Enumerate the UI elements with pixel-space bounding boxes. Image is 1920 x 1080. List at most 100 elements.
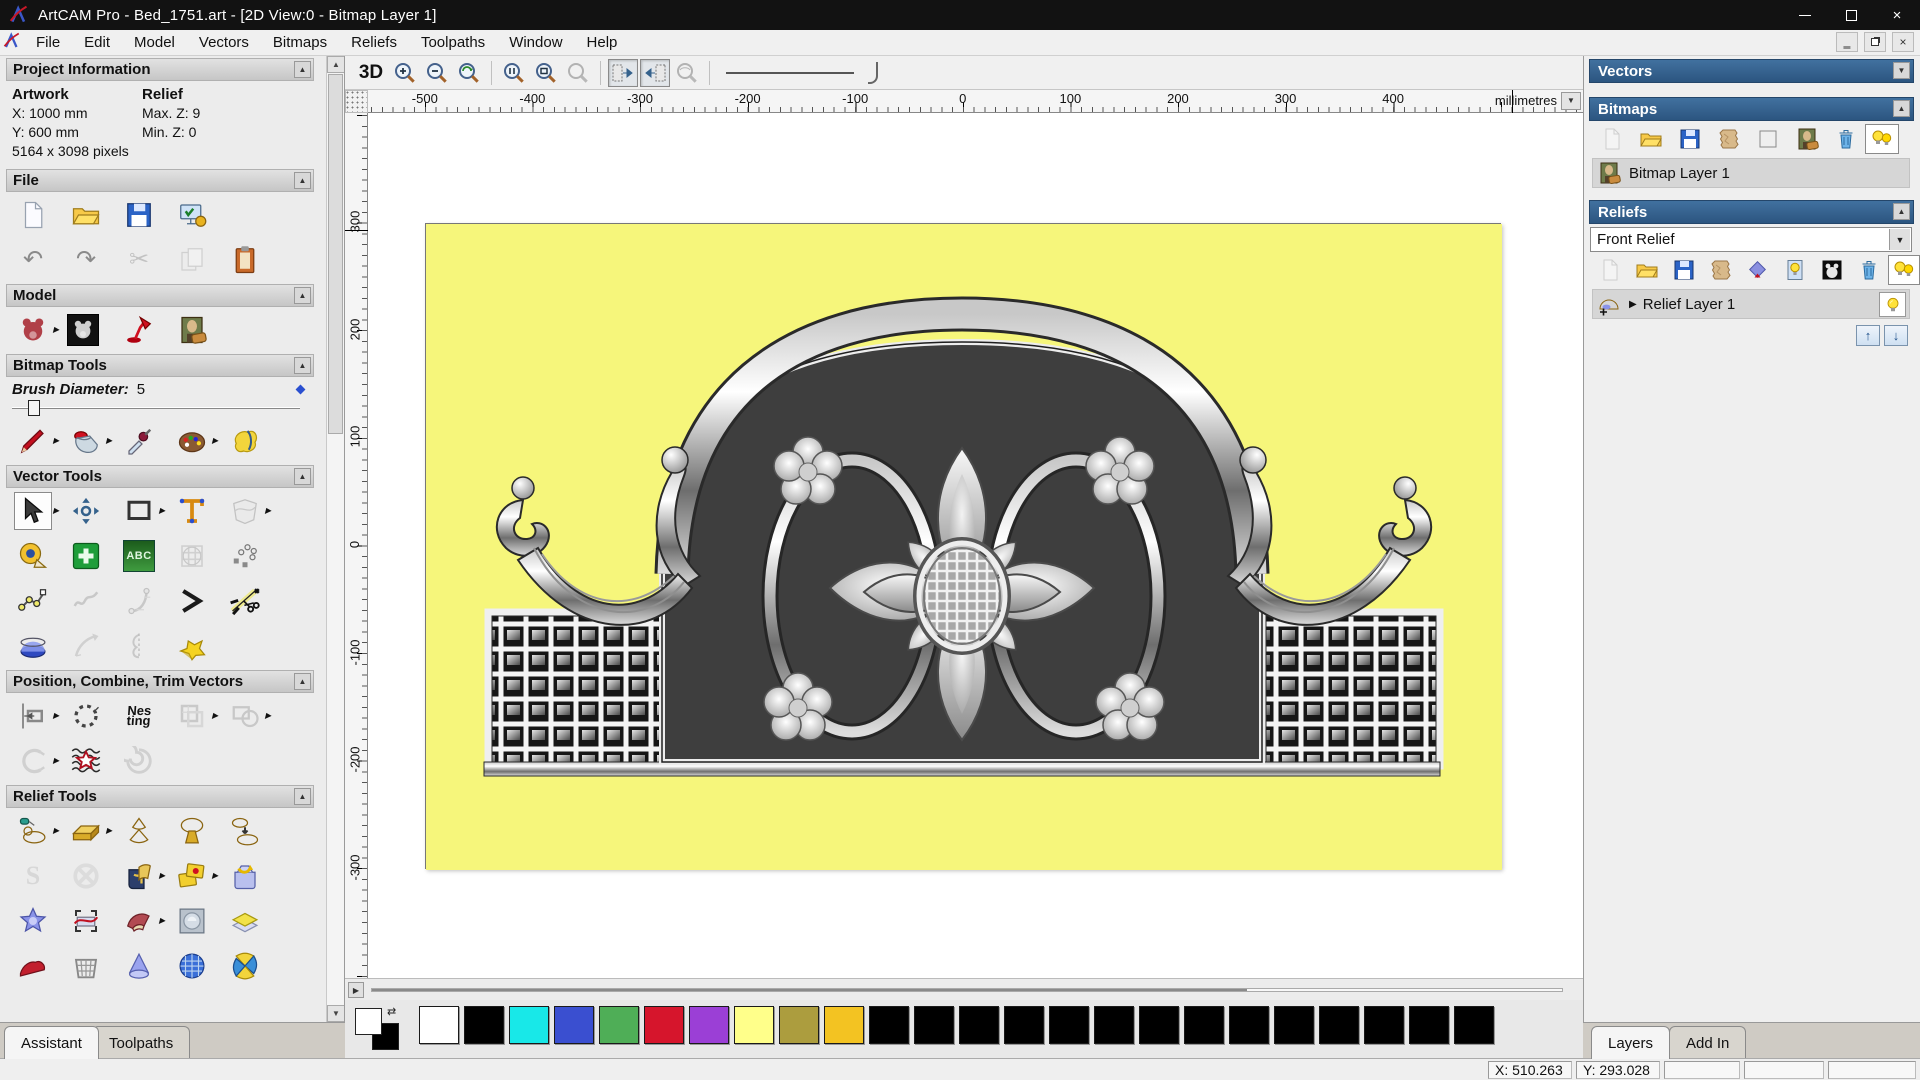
- transform-vectors-button[interactable]: [67, 492, 105, 530]
- colour-swatch[interactable]: [779, 1006, 819, 1044]
- swept-profile-button[interactable]: S: [14, 857, 52, 895]
- save-bitmap-layer-button[interactable]: [1670, 125, 1709, 153]
- primary-colour-swatch[interactable]: [355, 1008, 382, 1035]
- relief-library-button[interactable]: [120, 857, 158, 895]
- extrude-button[interactable]: [120, 947, 158, 985]
- flyout-arrow-icon[interactable]: ▶: [53, 711, 59, 720]
- save-model-button[interactable]: [120, 196, 158, 234]
- mdi-minimize-button[interactable]: ‗: [1836, 32, 1858, 52]
- emboss-relief-button[interactable]: [173, 902, 211, 940]
- slider-track[interactable]: [12, 407, 300, 409]
- paste-relief-button[interactable]: [173, 857, 211, 895]
- zoom-previous-button[interactable]: [454, 59, 484, 87]
- texture-relief-button[interactable]: [14, 902, 52, 940]
- offset-relief-button[interactable]: [226, 902, 264, 940]
- rollup-icon[interactable]: ▲: [294, 61, 311, 78]
- model-canvas[interactable]: [425, 223, 1502, 870]
- copy-button[interactable]: [173, 241, 211, 279]
- ruler-origin-box[interactable]: [345, 90, 368, 113]
- flyout-arrow-icon[interactable]: ▶: [159, 916, 165, 925]
- fade-relief-button[interactable]: [226, 947, 264, 985]
- measure-button[interactable]: [14, 537, 52, 575]
- nesting-button[interactable]: Nes ting: [120, 697, 158, 735]
- flyout-arrow-icon[interactable]: ▶: [106, 826, 112, 835]
- offset-vectors-button[interactable]: [14, 627, 52, 665]
- file-section-header[interactable]: File ▲: [6, 169, 314, 192]
- cut-button[interactable]: ✂: [120, 241, 158, 279]
- colour-swatch[interactable]: [959, 1006, 999, 1044]
- menu-item[interactable]: File: [24, 32, 72, 53]
- redo-button[interactable]: ↷: [67, 241, 105, 279]
- brush-diameter-slider[interactable]: [12, 400, 300, 416]
- vectors-section-header[interactable]: Vectors ▼: [1589, 59, 1914, 83]
- mirror-vectors-button[interactable]: [120, 627, 158, 665]
- fit-vectors-button[interactable]: [67, 582, 105, 620]
- create-text-button[interactable]: [173, 492, 211, 530]
- open-model-button[interactable]: [67, 196, 105, 234]
- flyout-arrow-icon[interactable]: ▶: [53, 325, 59, 334]
- relief-envelope-button[interactable]: [67, 902, 105, 940]
- flood-fill-button[interactable]: [67, 422, 105, 460]
- extend-curve-button[interactable]: [67, 627, 105, 665]
- menu-item[interactable]: Vectors: [187, 32, 261, 53]
- slider-thumb[interactable]: [28, 400, 40, 416]
- bitmap-from-model-button[interactable]: [173, 311, 211, 349]
- flyout-arrow-icon[interactable]: ▶: [53, 436, 59, 445]
- rollup-icon[interactable]: ▲: [294, 172, 311, 189]
- delete-bitmap-layer-button[interactable]: [1826, 125, 1865, 153]
- bitmap-layer-row[interactable]: Bitmap Layer 1: [1592, 158, 1910, 188]
- create-arc-button[interactable]: [120, 582, 158, 620]
- interlock-vectors-button[interactable]: [120, 742, 158, 780]
- colour-swatch[interactable]: [1319, 1006, 1359, 1044]
- new-relief-layer-button[interactable]: [1592, 256, 1629, 284]
- colour-swatch[interactable]: [689, 1006, 729, 1044]
- zoom-in-button[interactable]: [390, 59, 420, 87]
- vector-tools-header[interactable]: Vector Tools ▲: [6, 465, 314, 488]
- rollup-icon[interactable]: ▲: [294, 357, 311, 374]
- scroll-down-icon[interactable]: ▼: [327, 1005, 344, 1022]
- toggle-assistant-panel-button[interactable]: [608, 58, 638, 87]
- colour-swatch[interactable]: [1229, 1006, 1269, 1044]
- zoom-1to1-button[interactable]: [499, 59, 529, 87]
- maximize-button[interactable]: [1828, 0, 1874, 30]
- colour-swatch[interactable]: [1004, 1006, 1044, 1044]
- toggle-layers-panel-button[interactable]: [640, 58, 670, 87]
- colour-swatch[interactable]: [1139, 1006, 1179, 1044]
- toggle-3d-view-button[interactable]: 3D: [354, 59, 388, 87]
- bitmap-tools-header[interactable]: Bitmap Tools ▲: [6, 354, 314, 377]
- relief-selector-combo[interactable]: Front Relief ▼: [1590, 227, 1912, 252]
- colour-swatch[interactable]: [1049, 1006, 1089, 1044]
- collapse-icon[interactable]: ▲: [1893, 100, 1910, 117]
- toggle-relief-visibility-button[interactable]: [1887, 255, 1920, 285]
- scroll-up-icon[interactable]: ▲: [327, 56, 344, 73]
- menu-item[interactable]: Bitmaps: [261, 32, 339, 53]
- reliefs-section-header[interactable]: Reliefs ▲: [1589, 200, 1914, 224]
- colour-swatch[interactable]: [554, 1006, 594, 1044]
- mdi-restore-button[interactable]: [1864, 32, 1886, 52]
- colour-swatch[interactable]: [824, 1006, 864, 1044]
- flyout-arrow-icon[interactable]: ▶: [53, 756, 59, 765]
- wrap-relief-button[interactable]: [226, 857, 264, 895]
- primary-secondary-colour-widget[interactable]: ⇄: [355, 1006, 411, 1052]
- new-bitmap-layer-button[interactable]: [1592, 125, 1631, 153]
- vertical-ruler[interactable]: 300 200 100 0 -100 -200 -300: [345, 113, 368, 978]
- h-scroll-track[interactable]: [371, 988, 1563, 992]
- position-combine-trim-header[interactable]: Position, Combine, Trim Vectors ▲: [6, 670, 314, 693]
- flat-plane-button[interactable]: [67, 812, 105, 850]
- flyout-arrow-icon[interactable]: ▶: [212, 436, 218, 445]
- zoom-selection-button[interactable]: [563, 59, 593, 87]
- delete-relief-layer-button[interactable]: [1851, 256, 1888, 284]
- collapse-icon[interactable]: ▲: [1893, 203, 1910, 220]
- relief-from-bitmap-button[interactable]: [1777, 256, 1814, 284]
- fillet-corner-button[interactable]: [173, 582, 211, 620]
- preview-lens-button[interactable]: [672, 59, 702, 87]
- colour-swatch[interactable]: [1364, 1006, 1404, 1044]
- menu-item[interactable]: Help: [575, 32, 630, 53]
- greyscale-model-button[interactable]: [67, 313, 99, 346]
- vector-library-button[interactable]: ABC: [120, 537, 158, 575]
- options-button[interactable]: [173, 196, 211, 234]
- tab-assistant[interactable]: Assistant: [4, 1026, 99, 1059]
- colour-swatch[interactable]: [869, 1006, 909, 1044]
- distort-grid-button[interactable]: [173, 537, 211, 575]
- create-polyline-button[interactable]: [14, 582, 52, 620]
